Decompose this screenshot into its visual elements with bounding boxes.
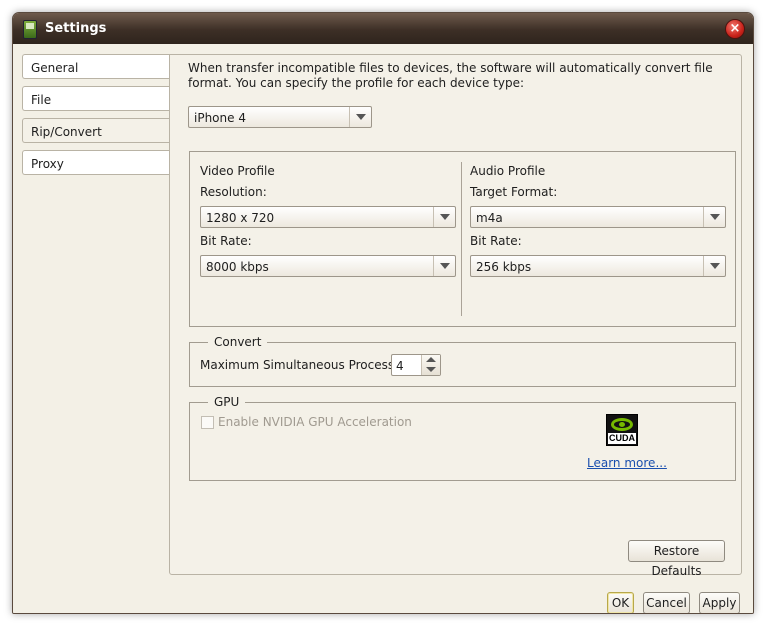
chevron-down-icon: [440, 263, 450, 269]
phone-icon: [23, 20, 37, 39]
max-processes-value: 4: [396, 359, 404, 373]
dialog-content: General File Rip/Convert Proxy When tran…: [13, 44, 753, 613]
audio-profile-title: Audio Profile: [470, 164, 546, 178]
stepper-buttons: [421, 355, 440, 375]
chevron-down-icon: [710, 263, 720, 269]
audio-bitrate-label: Bit Rate:: [470, 234, 522, 248]
close-icon[interactable]: ×: [725, 19, 745, 39]
audio-bitrate-select[interactable]: 256 kbps: [470, 255, 726, 277]
video-bitrate-label: Bit Rate:: [200, 234, 252, 248]
dropdown-arrow[interactable]: [703, 207, 725, 227]
resolution-label: Resolution:: [200, 185, 267, 199]
description-text: When transfer incompatible files to devi…: [188, 61, 713, 90]
rip-convert-panel: When transfer incompatible files to devi…: [169, 54, 742, 578]
dropdown-arrow[interactable]: [433, 207, 455, 227]
target-format-label: Target Format:: [470, 185, 558, 199]
gpu-acceleration-label: Enable NVIDIA GPU Acceleration: [218, 415, 412, 429]
max-processes-label: Maximum Simultaneous Processes:: [200, 358, 412, 372]
window-title: Settings: [45, 21, 107, 36]
tab-general[interactable]: General: [22, 54, 169, 79]
cancel-button[interactable]: Cancel: [643, 592, 690, 613]
decrement-icon[interactable]: [426, 367, 436, 372]
tab-label: File: [31, 93, 52, 107]
target-format-value: m4a: [476, 211, 503, 225]
cuda-logo-text: CUDA: [608, 433, 636, 444]
gpu-group: GPU Enable NVIDIA GPU Acceleration CUDA …: [189, 395, 736, 481]
dropdown-arrow[interactable]: [433, 256, 455, 276]
resolution-value: 1280 x 720: [206, 211, 275, 225]
settings-window: Settings × General File Rip/Convert Prox…: [12, 12, 754, 614]
profile-group: Video Profile Resolution: 1280 x 720 Bit…: [189, 151, 736, 327]
learn-more-link[interactable]: Learn more...: [587, 456, 667, 470]
tab-proxy[interactable]: Proxy: [22, 150, 169, 175]
tab-label: Proxy: [31, 157, 64, 171]
video-bitrate-value: 8000 kbps: [206, 260, 269, 274]
profile-divider: [461, 162, 462, 316]
audio-bitrate-value: 256 kbps: [476, 260, 532, 274]
device-type-value: iPhone 4: [194, 111, 246, 125]
tab-label: Rip/Convert: [31, 125, 102, 139]
nvidia-eye-icon: [611, 418, 633, 431]
video-bitrate-select[interactable]: 8000 kbps: [200, 255, 456, 277]
gpu-acceleration-checkbox[interactable]: [201, 416, 214, 429]
ok-button[interactable]: OK: [607, 592, 634, 613]
gpu-group-title: GPU: [208, 395, 246, 409]
device-type-select[interactable]: iPhone 4: [188, 106, 372, 128]
chevron-down-icon: [356, 114, 366, 120]
convert-group: Convert Maximum Simultaneous Processes: …: [189, 335, 736, 387]
increment-icon[interactable]: [426, 357, 436, 362]
max-processes-stepper[interactable]: 4: [391, 354, 441, 376]
target-format-select[interactable]: m4a: [470, 206, 726, 228]
dropdown-arrow[interactable]: [349, 107, 371, 127]
chevron-down-icon: [440, 214, 450, 220]
title-bar[interactable]: Settings ×: [13, 13, 753, 44]
tab-rip-convert[interactable]: Rip/Convert: [22, 118, 170, 143]
tab-file[interactable]: File: [22, 86, 169, 111]
video-profile-title: Video Profile: [200, 164, 275, 178]
resolution-select[interactable]: 1280 x 720: [200, 206, 456, 228]
chevron-down-icon: [710, 214, 720, 220]
apply-button[interactable]: Apply: [699, 592, 740, 613]
restore-defaults-button[interactable]: Restore Defaults: [628, 540, 725, 578]
cuda-logo: CUDA: [606, 414, 638, 446]
convert-group-title: Convert: [208, 335, 268, 349]
dropdown-arrow[interactable]: [703, 256, 725, 276]
tab-label: General: [31, 61, 79, 75]
